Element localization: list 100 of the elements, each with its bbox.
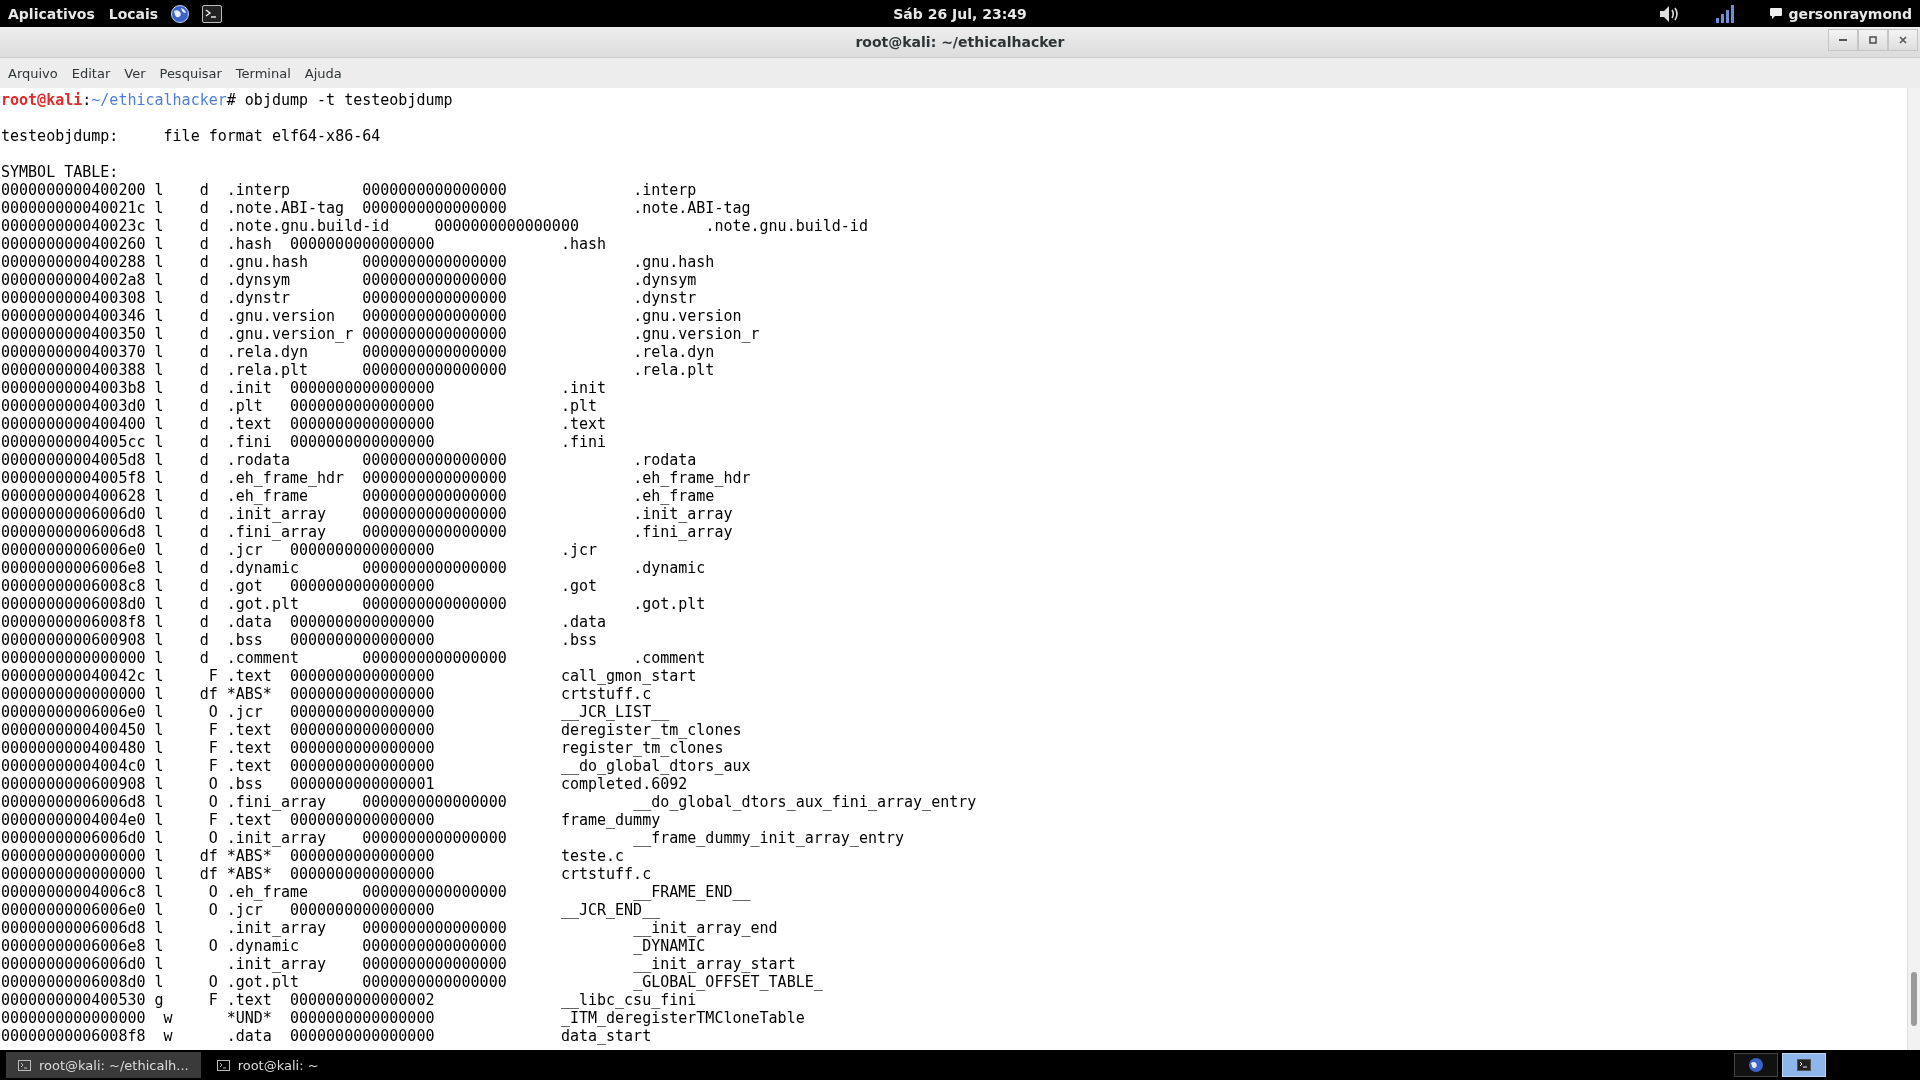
symbol-flags: l df xyxy=(154,865,218,883)
symbol-section: .text xyxy=(226,721,272,739)
symbol-section: .rela.plt xyxy=(226,361,309,379)
symbol-name: .interp xyxy=(633,181,697,199)
symbol-flags: l O xyxy=(154,901,218,919)
symbol-section: .fini_array xyxy=(226,523,327,541)
symbol-address: 0000000000600908 xyxy=(1,631,146,649)
minimize-icon xyxy=(1839,39,1847,41)
symbol-value: 0000000000000000 xyxy=(289,631,435,649)
symbol-address: 00000000004004c0 xyxy=(1,757,146,775)
menu-item[interactable]: Pesquisar xyxy=(152,65,229,81)
symbol-section: .dynstr xyxy=(226,289,290,307)
symbol-address: 0000000000400628 xyxy=(1,487,146,505)
symbol-address: 00000000006006d0 xyxy=(1,505,146,523)
taskbar-item[interactable]: root@kali: ~/ethicalh... xyxy=(6,1052,201,1078)
close-icon xyxy=(1898,35,1908,45)
symbol-section: .text xyxy=(226,739,272,757)
globe-icon[interactable] xyxy=(170,3,191,24)
panel-menu[interactable]: Locais xyxy=(108,5,159,22)
maximize-button[interactable] xyxy=(1858,29,1888,51)
window-title: root@kali: ~/ethicalhacker xyxy=(855,34,1065,50)
symbol-section: .jcr xyxy=(226,901,263,919)
symbol-value: 0000000000000000 xyxy=(434,217,579,235)
symbol-name: __do_global_dtors_aux xyxy=(560,757,751,775)
symbol-value: 0000000000000000 xyxy=(362,181,507,199)
symbol-name: .dynsym xyxy=(633,271,697,289)
symbol-name: .data xyxy=(560,613,607,631)
menu-item[interactable]: Terminal xyxy=(228,65,298,81)
symbol-value: 0000000000000000 xyxy=(362,829,507,847)
symbol-flags: l df xyxy=(154,685,218,703)
symbol-section: .interp xyxy=(226,181,290,199)
symbol-flags: l xyxy=(154,919,164,937)
symbol-address: 0000000000000000 xyxy=(1,865,146,883)
symbol-section: *ABS* xyxy=(226,685,272,703)
symbol-section: .jcr xyxy=(226,703,263,721)
symbol-address: 00000000006008c8 xyxy=(1,577,146,595)
symbol-address: 00000000006006e8 xyxy=(1,559,146,577)
symbol-value: 0000000000000000 xyxy=(289,757,435,775)
symbol-address: 0000000000400450 xyxy=(1,721,146,739)
symbol-section: .init_array xyxy=(226,829,327,847)
symbol-flags: l O xyxy=(154,937,218,955)
symbol-address: 00000000006008d0 xyxy=(1,973,146,991)
scrollbar-thumb[interactable] xyxy=(1911,972,1917,1026)
symbol-value: 0000000000000000 xyxy=(362,505,507,523)
symbol-flags: l d xyxy=(154,271,209,289)
symbol-value: 0000000000000000 xyxy=(362,451,507,469)
symbol-address: 0000000000600908 xyxy=(1,775,146,793)
symbol-address: 00000000006006e0 xyxy=(1,703,146,721)
symbol-value: 0000000000000000 xyxy=(362,307,507,325)
menu-item[interactable]: Ver xyxy=(117,65,153,81)
symbol-value: 0000000000000000 xyxy=(289,685,435,703)
symbol-address: 00000000004005d8 xyxy=(1,451,146,469)
symbol-value: 0000000000000000 xyxy=(289,739,435,757)
menu-item[interactable]: Editar xyxy=(64,65,118,81)
symbol-flags: l d xyxy=(154,253,209,271)
symbol-value: 0000000000000000 xyxy=(289,433,435,451)
panel-menu[interactable]: Aplicativos xyxy=(8,5,95,22)
symbol-flags: l O xyxy=(154,883,218,901)
symbol-value: 0000000000000000 xyxy=(362,523,507,541)
symbol-value: 0000000000000000 xyxy=(289,613,435,631)
symbol-address: 00000000004005f8 xyxy=(1,469,146,487)
symbol-name: __FRAME_END__ xyxy=(633,883,751,901)
symbol-address: 0000000000000000 xyxy=(1,847,146,865)
symbol-value: 0000000000000000 xyxy=(362,325,507,343)
workspace-button[interactable] xyxy=(1734,1053,1778,1077)
symbol-flags: l d xyxy=(154,649,209,667)
symbol-name: .fini_array xyxy=(633,523,733,541)
terminal-icon[interactable] xyxy=(202,4,223,23)
symbol-address: 00000000004003d0 xyxy=(1,397,146,415)
symbol-flags: l d xyxy=(154,541,209,559)
symbol-flags: l d xyxy=(154,361,209,379)
symbol-name: .gnu.hash xyxy=(633,253,715,271)
taskbar-item[interactable]: root@kali: ~ xyxy=(204,1052,331,1078)
clock[interactable]: Sáb 26 Jul, 23:49 xyxy=(893,5,1027,22)
symbol-flags: l F xyxy=(154,667,218,685)
symbol-name: __frame_dummy_init_array_entry xyxy=(633,829,905,847)
file-format-line: testeobjdump: file format elf64-x86-64 xyxy=(1,127,381,145)
symbol-section: .bss xyxy=(226,775,263,793)
symbol-section: .dynamic xyxy=(226,937,299,955)
symbol-name: .eh_frame_hdr xyxy=(633,469,751,487)
symbol-section: .gnu.hash xyxy=(226,253,309,271)
symbol-address: 00000000006006d8 xyxy=(1,793,146,811)
symbol-name: data_start xyxy=(560,1027,652,1045)
menu-item[interactable]: Arquivo xyxy=(1,65,65,81)
symbol-flags: l O xyxy=(154,793,218,811)
symbol-address: 00000000004002a8 xyxy=(1,271,146,289)
symbol-value: 0000000000000000 xyxy=(362,595,507,613)
symbol-address: 00000000006006d8 xyxy=(1,919,146,937)
symbol-flags: l d xyxy=(154,523,209,541)
symbol-flags: l O xyxy=(154,703,218,721)
user-name[interactable]: gersonraymond xyxy=(1788,5,1912,22)
close-button[interactable] xyxy=(1888,29,1918,51)
minimize-button[interactable] xyxy=(1828,29,1858,51)
symbol-section: .dynsym xyxy=(226,271,290,289)
signal-icon[interactable] xyxy=(1715,3,1736,24)
symbol-flags: l d xyxy=(154,379,209,397)
symbol-name: .comment xyxy=(633,649,706,667)
chat-icon[interactable] xyxy=(1769,6,1784,21)
symbol-name: .bss xyxy=(560,631,597,649)
menu-item[interactable]: Ajuda xyxy=(297,65,349,81)
